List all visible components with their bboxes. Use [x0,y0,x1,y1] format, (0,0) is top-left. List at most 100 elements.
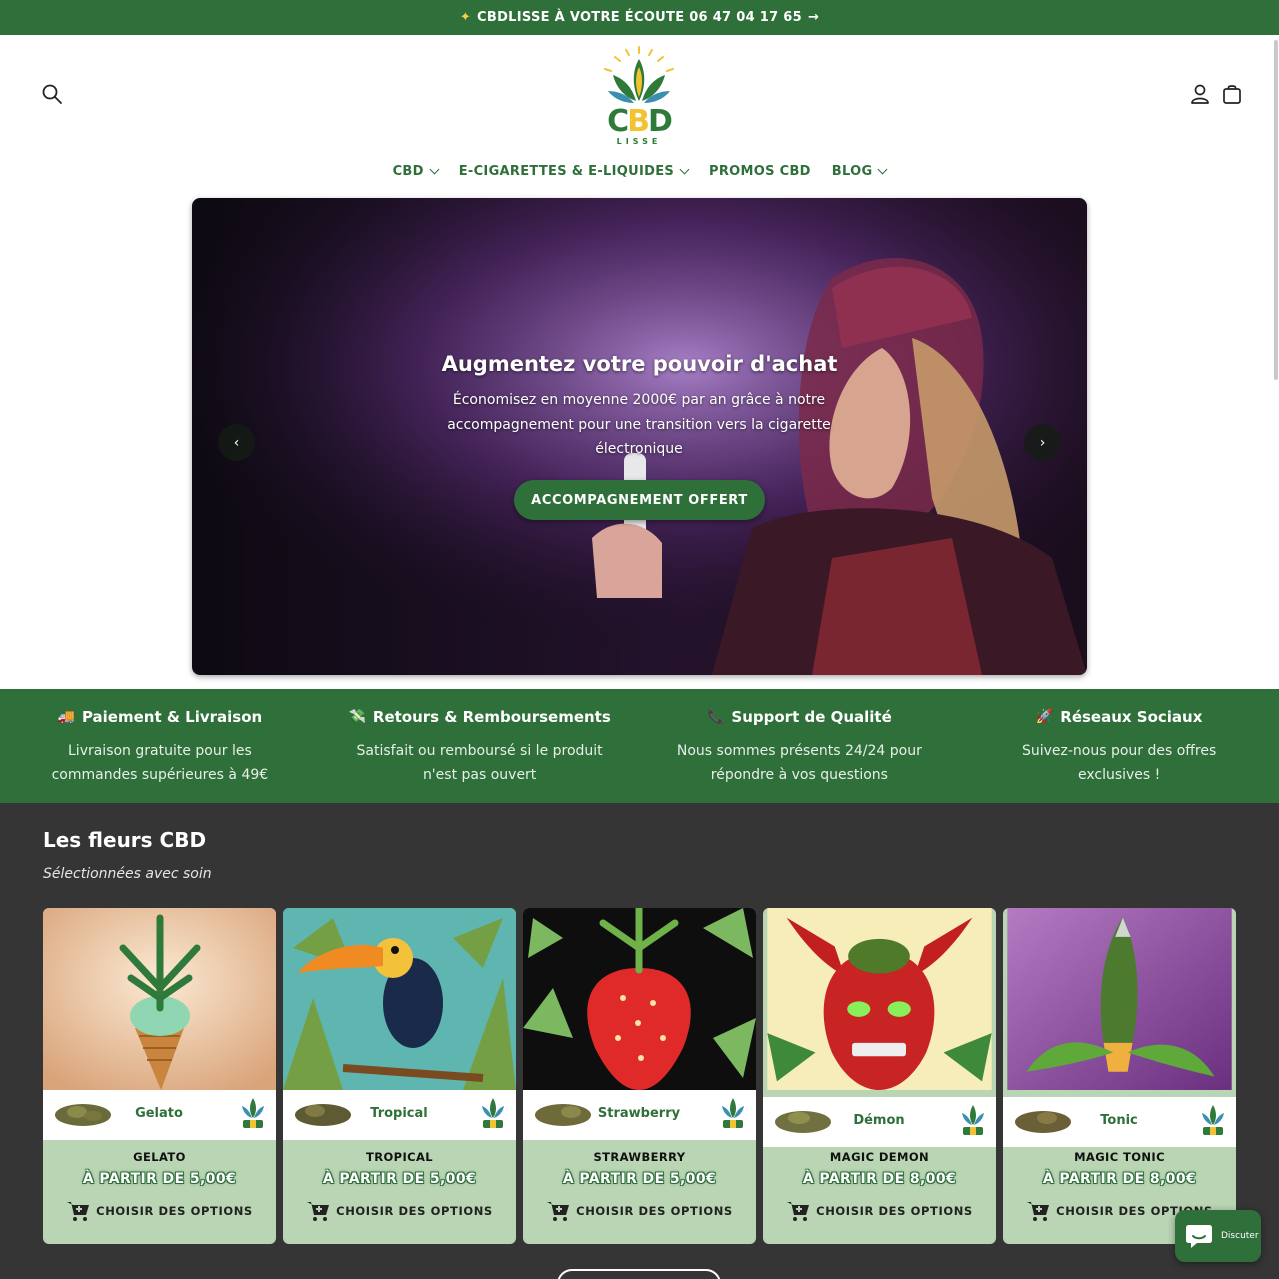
feature-text: Livraison gratuite pour les commandes su… [51,743,269,783]
search-icon[interactable] [40,82,64,106]
feature-text: Satisfait ou remboursé si le produit n'e… [356,743,603,783]
hero-cta-button[interactable]: ACCOMPAGNEMENT OFFERT [514,480,765,520]
cbd-bud-icon [535,1104,591,1126]
product-band-label: Tropical [370,1106,428,1121]
feature-title: Support de Qualité [731,708,892,726]
brand-logo-icon [1202,1105,1224,1135]
product-card-strawberry[interactable]: Strawberry STRAWBERRY À PARTIR DE 5,00€ … [523,908,756,1244]
add-to-cart-icon [1027,1202,1050,1221]
product-price: À PARTIR DE 8,00€ [802,1171,957,1187]
product-price: À PARTIR DE 5,00€ [562,1171,717,1187]
page-scrollbar[interactable] [1274,40,1278,380]
product-card-gelato[interactable]: Gelato GELATO À PARTIR DE 5,00€ CHOISIR … [43,908,276,1244]
brand-logo-icon [482,1098,504,1128]
announcement-text: CBDLISSE À VOTRE ÉCOUTE 06 47 04 17 65 [477,10,802,25]
logo-wordmark: CBD [607,104,673,139]
product-card-magic-demon[interactable]: Démon MAGIC DEMON À PARTIR DE 8,00€ CHOI… [763,908,996,1244]
slide-prev-button[interactable]: ‹ [218,424,255,461]
product-band: Gelato [43,1090,276,1140]
product-price: À PARTIR DE 5,00€ [322,1171,477,1187]
slide-next-button[interactable]: › [1024,424,1061,461]
logo-leaf-icon [604,46,674,103]
hero-title: Augmentez votre pouvoir d'achat [441,352,838,376]
cbd-bud-icon [775,1111,831,1133]
hero-slideshow: Augmentez votre pouvoir d'achat Économis… [192,198,1087,675]
rocket-icon: 🚀 [1035,709,1054,725]
product-price: À PARTIR DE 8,00€ [1042,1171,1197,1187]
cbd-bud-icon [295,1104,351,1126]
product-image-tropical [283,908,516,1090]
choose-options-button[interactable]: CHOISIR DES OPTIONS [283,1200,516,1222]
feature-text: Nous sommes présents 24/24 pour répondre… [676,743,922,783]
refund-icon: 💸 [348,709,366,725]
product-name: MAGIC TONIC [1074,1150,1165,1164]
feature-text: Suivez-nous pour des offres exclusives ! [1021,743,1217,783]
nav-item-e-cigarettes[interactable]: E-CIGARETTES & E-LIQUIDES [459,164,690,179]
nav-item-blog[interactable]: BLOG [832,164,888,179]
add-to-cart-icon [307,1202,330,1221]
features-bar: 🚚 Paiement & Livraison Livraison gratuite… [0,689,1279,803]
choose-options-button[interactable]: CHOISIR DES OPTIONS [523,1200,756,1222]
site-logo[interactable]: CBD LISSE [596,45,682,149]
product-name: MAGIC DEMON [829,1150,930,1164]
feature-social: 🚀 Réseaux Sociaux Suivez-nous pour des of… [959,689,1279,803]
product-band: Tropical [283,1090,516,1140]
account-icon[interactable] [1188,82,1212,106]
product-name: GELATO [133,1150,186,1164]
product-image-gelato [43,908,276,1090]
view-all-button[interactable] [557,1269,721,1279]
chevron-right-icon: › [1039,434,1046,451]
feature-title: Retours & Remboursements [372,708,611,726]
sparkle-icon: ✦ [459,10,472,25]
feature-returns: 💸 Retours & Remboursements Satisfait ou r… [320,689,640,803]
product-band-label: Tonic [1100,1113,1138,1128]
main-nav: CBD E-CIGARETTES & E-LIQUIDES PROMOS CBD… [0,164,1279,179]
product-price: À PARTIR DE 5,00€ [82,1171,237,1187]
chat-bubble-icon [1186,1225,1212,1248]
chevron-down-icon [429,164,440,175]
collection-title: Les fleurs CBD [43,828,207,852]
announcement-bar[interactable]: ✦ CBDLISSE À VOTRE ÉCOUTE 06 47 04 17 65… [0,0,1279,35]
feature-shipping: 🚚 Paiement & Livraison Livraison gratuite… [0,689,320,803]
cbd-bud-icon [55,1104,111,1126]
choose-options-button[interactable]: CHOISIR DES OPTIONS [43,1200,276,1222]
product-band: Démon [763,1097,996,1147]
nav-item-cbd[interactable]: CBD [393,164,440,179]
feature-support: 📞 Support de Qualité Nous sommes présents… [640,689,960,803]
nav-item-promos[interactable]: PROMOS CBD [709,164,811,179]
featured-collection: Les fleurs CBD Sélectionnées avec soin G… [0,803,1279,1279]
cart-icon[interactable] [1220,82,1244,106]
feature-title: Réseaux Sociaux [1060,708,1203,726]
product-image-magic-demon [767,908,992,1090]
product-band-label: Gelato [135,1106,183,1121]
add-to-cart-icon [787,1202,810,1221]
arrow-right-icon: → [807,10,820,25]
brand-logo-icon [242,1098,264,1128]
brand-logo-icon [962,1105,984,1135]
cbd-bud-icon [1015,1111,1071,1133]
product-name: TROPICAL [365,1150,434,1164]
product-image-magic-tonic [1007,908,1232,1090]
product-image-strawberry [523,908,756,1090]
logo-subtitle: LISSE [616,137,662,146]
product-band-label: Strawberry [597,1106,681,1121]
truck-icon: 🚚 [57,709,75,725]
product-band: Tonic [1003,1097,1236,1147]
chat-widget-button[interactable]: Discuter [1175,1210,1261,1262]
brand-logo-icon [722,1098,744,1128]
product-band: Strawberry [523,1090,756,1140]
choose-options-button[interactable]: CHOISIR DES OPTIONS [763,1200,996,1222]
chat-label: Discuter [1221,1231,1259,1241]
add-to-cart-icon [547,1202,570,1221]
product-band-label: Démon [853,1113,905,1128]
product-card-magic-tonic[interactable]: Tonic MAGIC TONIC À PARTIR DE 8,00€ CHOI… [1003,908,1236,1244]
collection-subtitle: Sélectionnées avec soin [43,866,212,882]
feature-title: Paiement & Livraison [81,708,263,726]
product-name: STRAWBERRY [593,1150,686,1164]
chevron-left-icon: ‹ [233,434,240,451]
site-header: CBD LISSE CBD E-CIGARETTES & E-LIQUIDES … [0,35,1279,198]
product-card-tropical[interactable]: Tropical TROPICAL À PARTIR DE 5,00€ CHOI… [283,908,516,1244]
phone-icon: 📞 [706,709,725,725]
add-to-cart-icon [67,1202,90,1221]
hero-text: Économisez en moyenne 2000€ par an grâce… [447,392,831,457]
